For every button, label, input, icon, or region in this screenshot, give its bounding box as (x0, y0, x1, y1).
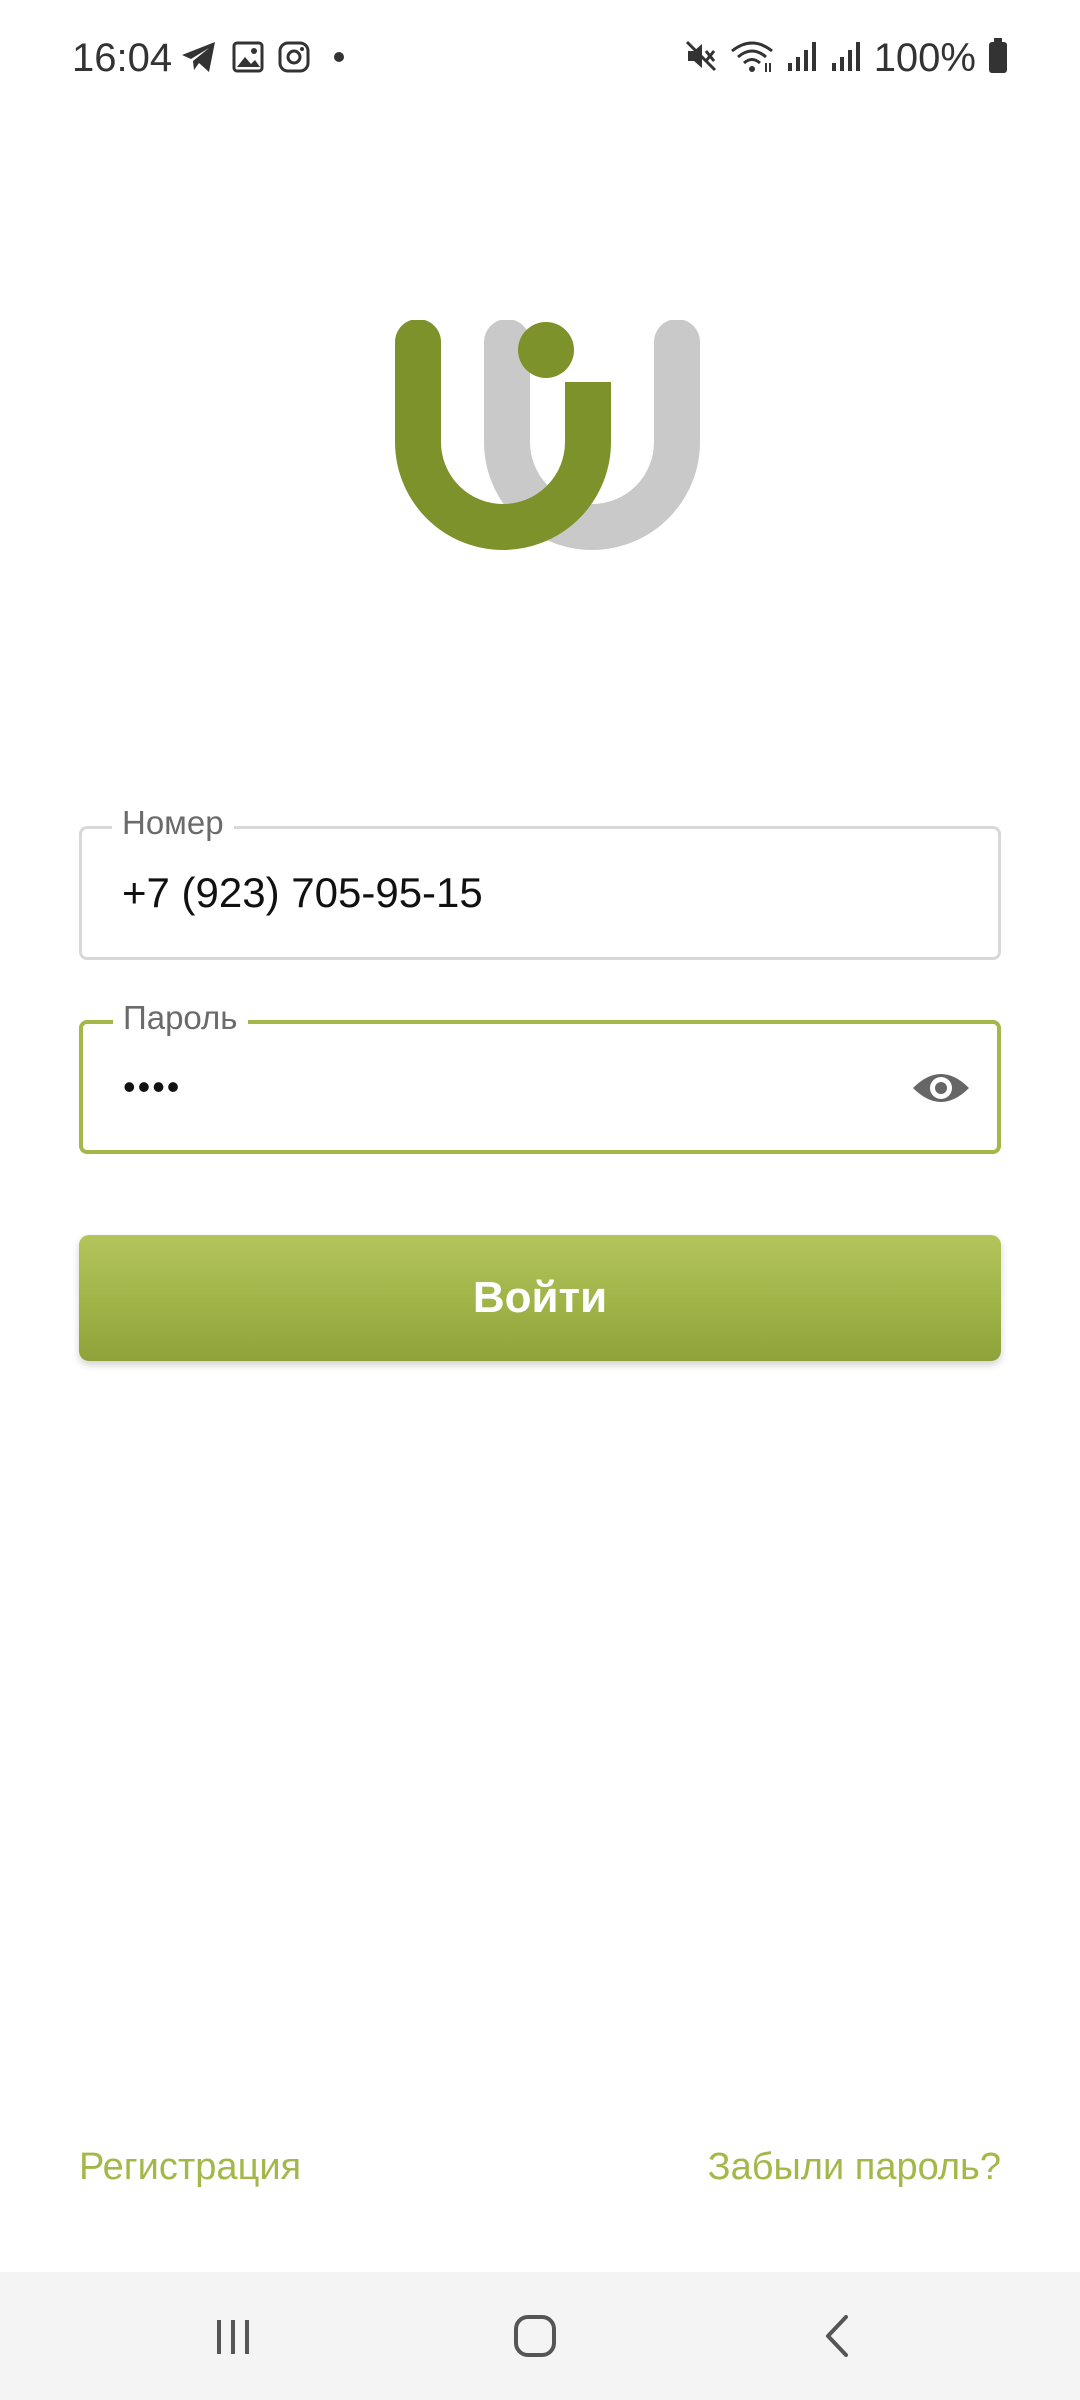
app-logo (392, 319, 702, 560)
phone-field[interactable]: Номер (79, 803, 1001, 960)
gallery-icon (232, 41, 264, 73)
password-input[interactable] (123, 1024, 903, 1150)
battery-icon (988, 38, 1008, 79)
eye-icon[interactable] (911, 1058, 971, 1118)
navigation-bar (0, 2272, 1080, 2400)
more-notifications-dot (334, 52, 344, 62)
mute-icon (684, 39, 718, 78)
telegram-icon (180, 40, 218, 74)
notification-icons (180, 40, 344, 74)
signal-icon (786, 39, 818, 78)
home-icon[interactable] (495, 2302, 575, 2370)
recent-apps-icon[interactable] (193, 2302, 273, 2370)
signal-icon-2 (830, 39, 862, 78)
wifi-icon (730, 39, 774, 78)
phone-input[interactable] (122, 829, 902, 957)
back-icon[interactable] (797, 2302, 877, 2370)
register-link[interactable]: Регистрация (79, 2146, 301, 2189)
forgot-password-link[interactable]: Забыли пароль? (708, 2146, 1001, 2189)
status-bar: 16:04 100% (0, 0, 1080, 120)
system-status: 100% (684, 36, 1008, 81)
instagram-icon (278, 41, 310, 73)
status-time: 16:04 (72, 36, 173, 80)
login-button[interactable]: Войти (79, 1235, 1001, 1361)
battery-percentage: 100% (873, 36, 976, 80)
password-field[interactable]: Пароль (79, 998, 1001, 1154)
